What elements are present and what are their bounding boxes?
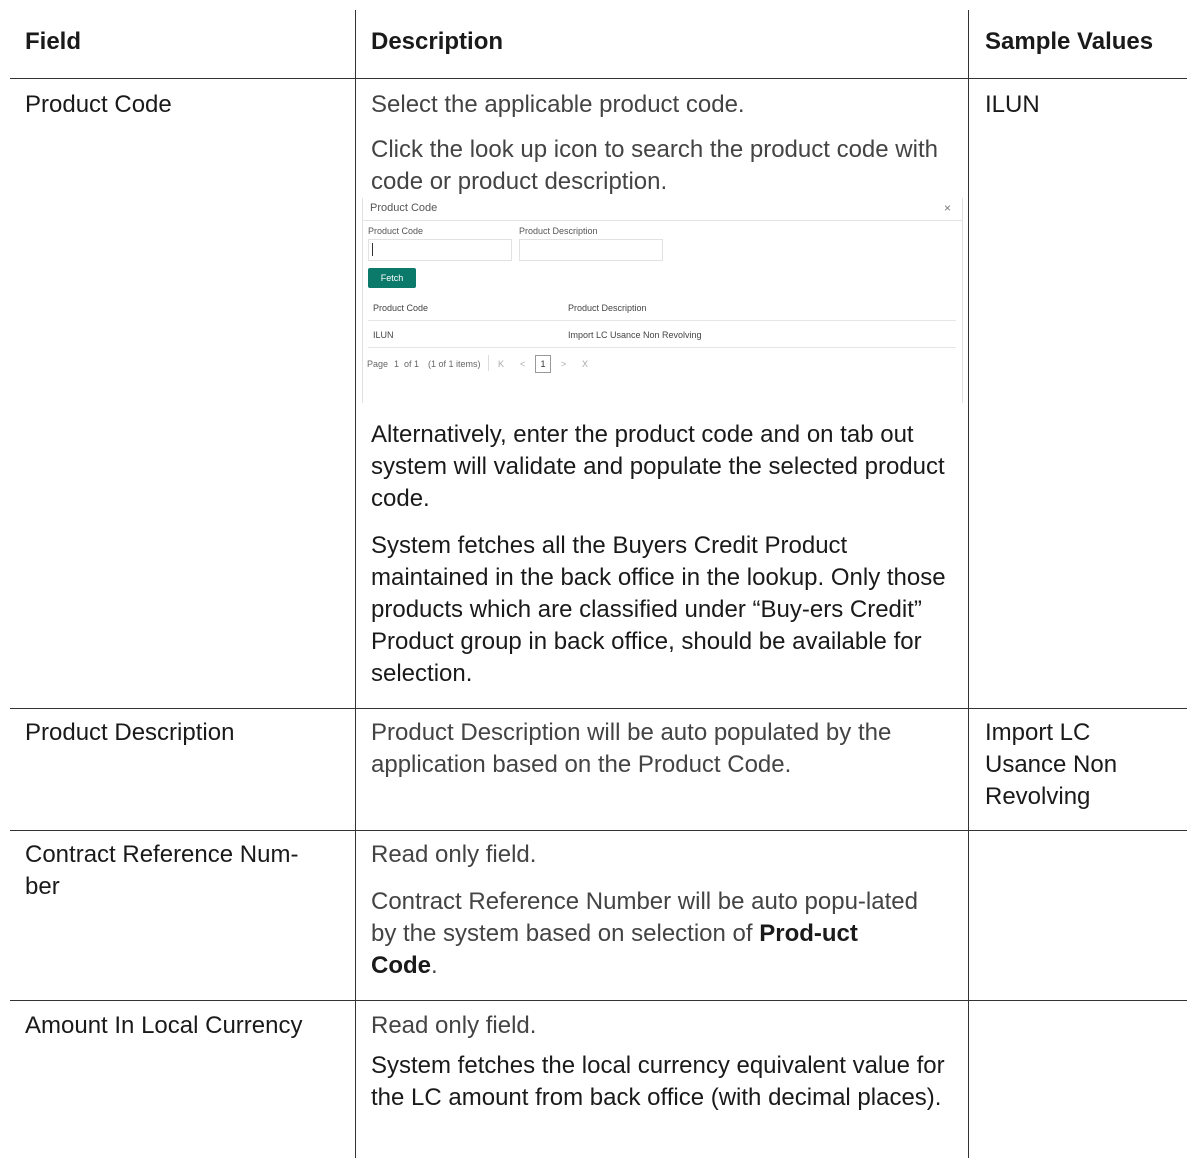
desc-paragraph: System fetches the local currency equiva…: [371, 1052, 945, 1111]
previous-page-icon[interactable]: <: [520, 359, 525, 369]
field-line: ber: [25, 873, 60, 900]
product-code-input[interactable]: [368, 239, 512, 261]
row-divider: [10, 1000, 1187, 1001]
column-header-product-code: Product Code: [373, 303, 429, 313]
dialog-border-right: [962, 198, 963, 403]
pagination-page-number: 1: [394, 359, 400, 369]
product-description-input[interactable]: [519, 239, 663, 261]
header-description: Description: [371, 28, 504, 55]
field-product-code: Product Code: [25, 91, 172, 118]
close-icon[interactable]: ×: [944, 201, 951, 215]
next-page-icon[interactable]: >: [561, 359, 566, 369]
row-divider: [10, 830, 1187, 831]
pagination-divider: [488, 355, 489, 371]
table-row-divider: [368, 347, 956, 348]
header-field: Field: [25, 28, 82, 55]
first-page-icon[interactable]: K: [498, 359, 504, 369]
dialog-border-left: [362, 198, 363, 403]
sample-product-code: ILUN: [985, 91, 1040, 118]
column-divider-2: [968, 10, 969, 1158]
field-line: Contract Reference Num-: [25, 841, 299, 868]
dialog-title: Product Code: [370, 202, 438, 214]
current-page-button[interactable]: 1: [535, 355, 551, 373]
column-header-product-description: Product Description: [568, 303, 647, 313]
column-divider-1: [355, 10, 356, 1158]
header-rule: [10, 78, 1187, 79]
desc-paragraph: Read only field.: [371, 841, 537, 868]
pagination-items: (1 of 1 items): [428, 359, 481, 369]
fetch-button[interactable]: Fetch: [368, 268, 416, 288]
table-header-divider: [368, 320, 956, 321]
label-product-code: Product Code: [368, 226, 424, 236]
desc-paragraph: Select the applicable product code.: [371, 91, 745, 118]
desc-paragraph: Contract Reference Number will be auto p…: [371, 886, 921, 982]
desc-paragraph: System fetches all the Buyers Credit Pro…: [371, 532, 946, 687]
desc-text-end: .: [431, 952, 438, 979]
desc-paragraph: Alternatively, enter the product code an…: [371, 421, 945, 512]
sample-line: Revolving: [985, 783, 1091, 810]
field-amount-in-local-currency: Amount In Local Currency: [25, 1012, 303, 1039]
result-product-code[interactable]: ILUN: [373, 330, 394, 340]
sample-line: Import LC: [985, 719, 1091, 746]
product-code-lookup-dialog: Product Code × Product Code Product Desc…: [362, 198, 963, 403]
field-product-description: Product Description: [25, 719, 235, 746]
desc-paragraph: Click the look up icon to search the pro…: [371, 136, 938, 195]
desc-paragraph: Read only field.: [371, 1012, 537, 1039]
label-product-description: Product Description: [519, 226, 598, 236]
sample-line: Usance Non: [985, 751, 1118, 778]
text-caret: [372, 243, 373, 256]
pagination-page-label: Page: [367, 359, 389, 369]
desc-paragraph: Product Description will be auto populat…: [371, 719, 892, 778]
last-page-icon[interactable]: X: [582, 359, 588, 369]
dialog-title-divider: [362, 220, 963, 221]
header-sample-values: Sample Values: [985, 28, 1154, 55]
row-divider: [10, 708, 1187, 709]
result-product-description[interactable]: Import LC Usance Non Revolving: [568, 330, 702, 340]
pagination-of-total: of 1: [404, 359, 420, 369]
